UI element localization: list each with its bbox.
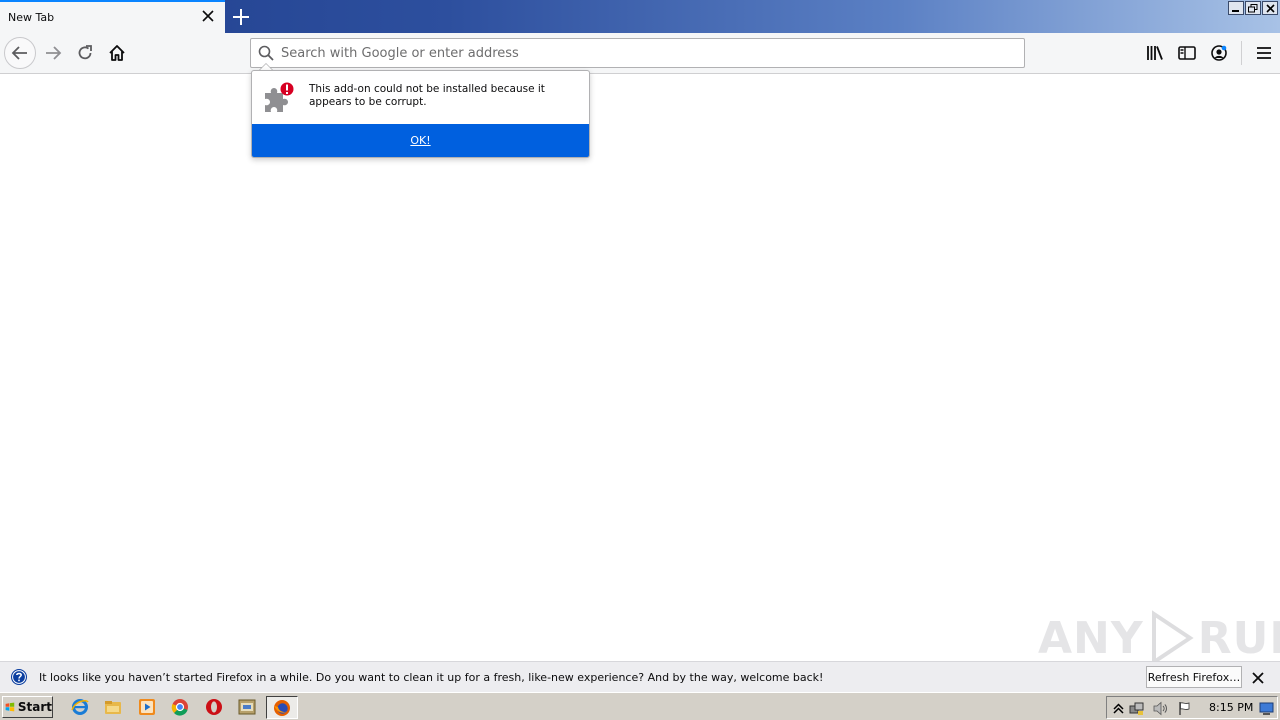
restore-icon: [1248, 3, 1258, 12]
close-notification-icon[interactable]: [1250, 670, 1266, 686]
hamburger-menu-icon: [1257, 47, 1271, 59]
navigation-toolbar: [0, 33, 1280, 74]
volume-icon[interactable]: [1153, 701, 1168, 716]
anyrun-watermark: ANY RUN: [1038, 610, 1280, 666]
system-tray: 8:15 PM: [1106, 696, 1278, 719]
addon-error-popup: This add-on could not be installed becau…: [251, 70, 590, 158]
reload-button[interactable]: [69, 37, 101, 69]
home-icon: [109, 45, 125, 61]
window-controls: [1228, 1, 1278, 15]
tab-new-tab[interactable]: New Tab: [0, 0, 225, 33]
url-input[interactable]: [281, 40, 1024, 66]
explorer-icon[interactable]: [104, 698, 122, 716]
chrome-icon[interactable]: [171, 698, 189, 716]
refresh-notification-bar: It looks like you haven’t started Firefo…: [0, 661, 1280, 692]
minimize-icon: [1232, 10, 1239, 12]
account-icon: [1211, 45, 1227, 61]
show-hidden-icons-icon[interactable]: [1111, 701, 1126, 716]
popup-message: This add-on could not be installed becau…: [309, 83, 545, 108]
watermark-text-left: ANY: [1038, 612, 1144, 664]
new-tab-plus-icon[interactable]: [230, 6, 252, 28]
watermark-text-right: RUN: [1197, 612, 1280, 664]
question-help-icon: [11, 669, 27, 685]
reload-icon: [78, 45, 92, 60]
action-center-flag-icon[interactable]: [1177, 701, 1192, 716]
program-icon[interactable]: [238, 698, 256, 716]
show-desktop-icon[interactable]: [1259, 701, 1274, 716]
close-tab-icon[interactable]: [201, 9, 215, 23]
library-button[interactable]: [1139, 37, 1171, 69]
restore-button[interactable]: [1245, 1, 1261, 15]
sidebar-icon: [1178, 46, 1196, 60]
menu-button[interactable]: [1248, 37, 1280, 69]
puzzle-piece-error-icon: [265, 82, 294, 112]
close-window-button[interactable]: [1262, 1, 1278, 15]
refresh-firefox-button[interactable]: Refresh Firefox…: [1146, 666, 1242, 688]
arrow-right-icon: [46, 46, 62, 60]
notification-text: It looks like you haven’t started Firefo…: [39, 670, 824, 684]
opera-icon[interactable]: [205, 698, 223, 716]
url-bar[interactable]: [250, 38, 1025, 68]
tab-strip: New Tab: [0, 0, 1280, 33]
ie-icon[interactable]: [71, 698, 89, 716]
start-button[interactable]: Start: [2, 696, 53, 718]
close-icon: [1265, 3, 1275, 13]
firefox-icon: [274, 700, 290, 716]
tab-title: New Tab: [8, 11, 55, 24]
arrow-left-icon: [11, 46, 27, 60]
home-button[interactable]: [101, 37, 133, 69]
play-logo-icon: [1151, 610, 1194, 666]
clock[interactable]: 8:15 PM: [1209, 701, 1253, 714]
library-icon: [1147, 46, 1163, 60]
start-label: Start: [17, 700, 52, 714]
network-icon[interactable]: [1129, 701, 1144, 716]
back-button[interactable]: [4, 37, 36, 69]
firefox-taskbar-button[interactable]: [266, 696, 298, 719]
windows-logo-icon: [5, 702, 15, 712]
forward-button[interactable]: [37, 37, 69, 69]
media-player-icon[interactable]: [138, 698, 156, 716]
minimize-button[interactable]: [1228, 1, 1244, 15]
ok-button[interactable]: OK!: [252, 124, 589, 157]
taskbar: Start 8:15 PM: [0, 692, 1280, 720]
sidebar-button[interactable]: [1171, 37, 1203, 69]
toolbar-separator: [1241, 41, 1242, 65]
toolbar-right: [1139, 37, 1280, 69]
account-button[interactable]: [1203, 37, 1235, 69]
